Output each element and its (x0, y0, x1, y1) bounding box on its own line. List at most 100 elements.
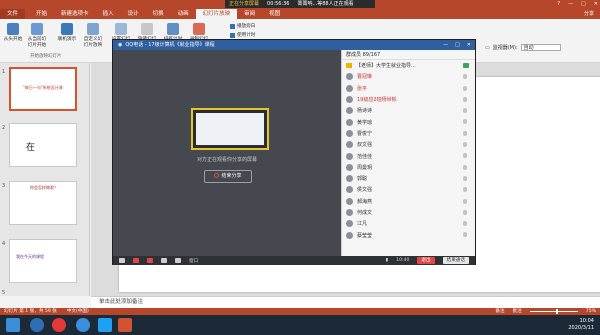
checkbox-timings[interactable]: 使用计时 (230, 32, 255, 38)
mic-muted-icon (463, 209, 467, 215)
notes-toggle[interactable]: 备注 (495, 308, 504, 315)
tab-home[interactable]: 开始 (29, 9, 54, 19)
help-icon[interactable]: ? (557, 0, 560, 8)
slide-thumbnail[interactable]: 我在今天的课程 (9, 239, 77, 283)
tab-view[interactable]: 视图 (262, 9, 287, 19)
slideshow-current-icon (31, 23, 43, 35)
member-name: 曹俊宁 (357, 130, 373, 137)
member-row[interactable]: 周曼玥 (342, 162, 475, 173)
button-label: 从当前幻灯片开始 (27, 37, 47, 48)
screen-share-hint: 对方正在观看你分享的屏幕 (196, 157, 257, 163)
member-row[interactable]: 何成文 (342, 207, 475, 218)
button-label: 从头开始 (3, 37, 23, 42)
member-row[interactable]: 【老师】大学生就业指导... (342, 60, 475, 71)
slideshow-icon (7, 23, 19, 35)
member-name: 张平 (357, 85, 368, 92)
speaking-icon (463, 63, 469, 68)
speaker-icon[interactable] (119, 258, 125, 263)
close-icon[interactable]: ✕ (467, 40, 471, 50)
member-row[interactable]: 黄学琼 (342, 116, 475, 127)
tab-transitions[interactable]: 切换 (146, 9, 171, 19)
record-icon (193, 23, 205, 35)
slide-number: 5 (2, 290, 6, 296)
monitor-dropdown[interactable]: 自动 (520, 44, 561, 51)
exit-button[interactable]: 退出 (417, 257, 435, 264)
share-timer: 00:56:36 (267, 1, 290, 7)
member-name: 黄学琼 (357, 119, 373, 126)
member-row[interactable]: 范佳佳 (342, 150, 475, 161)
search-icon[interactable] (30, 318, 44, 332)
camera-off-icon[interactable] (147, 258, 153, 263)
group-label-start: 开始放映幻灯片 (30, 54, 62, 59)
tab-new-tab[interactable]: 新建选项卡 (54, 9, 96, 19)
stop-sharing-button[interactable]: 结束分享 (204, 170, 252, 183)
tab-file[interactable]: 文件 (0, 9, 26, 19)
member-row[interactable]: 郝海燕 (342, 196, 475, 207)
zoom-handle[interactable] (555, 309, 558, 314)
window-controls: ? — □ ✕ (557, 0, 598, 8)
checkbox-box (230, 32, 235, 38)
checkbox-narration[interactable]: 播放旁白 (230, 23, 255, 29)
avatar (346, 186, 353, 194)
comments-toggle[interactable]: 批注 (513, 308, 522, 315)
window-mode-label[interactable]: 窗口 (189, 258, 198, 264)
member-list-panel[interactable]: 群成员 89/167 【老师】大学生就业指导... 曹冠琳 张平 19级应2班杨世彬杨… (341, 50, 475, 256)
zoom-slider[interactable] (529, 309, 578, 314)
present-online-button[interactable]: 联机演示 (56, 23, 78, 43)
setup-icon (115, 23, 127, 35)
powerpoint-icon[interactable] (118, 318, 132, 332)
screen-share-status-bar: 正在分享屏幕 00:56:36 箐箐呐...等88人正在观看 (225, 0, 375, 8)
start-icon[interactable] (6, 318, 20, 332)
member-row[interactable]: 郭聪 (342, 173, 475, 184)
tab-review[interactable]: 审阅 (237, 9, 262, 19)
slide-thumbnail[interactable]: 你会怎样做呢？ (9, 181, 77, 225)
custom-show-button[interactable]: 自定义幻灯片放映 (82, 23, 104, 48)
browser-icon[interactable] (76, 318, 90, 332)
mic-muted-icon (463, 221, 467, 227)
slide-thumbnail-pane[interactable]: 1 "每日一句"系统设计课 2 在 3 你会怎样做呢？ 4 我在今天的课程 5 (0, 63, 90, 296)
tab-animations[interactable]: 动画 (171, 9, 196, 19)
maximize-icon[interactable]: □ (455, 40, 460, 50)
slide-thumbnail[interactable]: "每日一句"系统设计课 (9, 67, 77, 111)
hide-slide-icon (141, 23, 153, 35)
mic-muted-icon (463, 175, 467, 181)
qq-titlebar[interactable]: ◉ QQ电话 - 17级计算机《就业指导》课程 — □ ✕ (113, 40, 475, 50)
member-row[interactable]: 曹冠琳 (342, 71, 475, 82)
stop-sharing-label: 结束分享 (221, 173, 242, 179)
maximize-icon[interactable]: □ (581, 0, 586, 8)
globe-icon (61, 23, 73, 35)
layout-icon[interactable] (175, 258, 181, 263)
screen-share-icon[interactable] (161, 258, 167, 263)
tab-slideshow[interactable]: 幻灯片放映 (195, 9, 238, 19)
member-row[interactable]: 杨诗诗 (342, 105, 475, 116)
notes-pane[interactable]: 单击此处添加备注 (91, 296, 600, 308)
slide-caption: "每日一句"系统设计课 (23, 85, 63, 90)
member-row[interactable]: 江凡 (342, 218, 475, 229)
from-current-button[interactable]: 从当前幻灯片开始 (26, 23, 48, 48)
minimize-icon[interactable]: — (443, 40, 448, 50)
close-icon[interactable]: ✕ (594, 0, 598, 8)
from-beginning-button[interactable]: 从头开始 (2, 23, 24, 43)
tab-design[interactable]: 设计 (121, 9, 146, 19)
slide-number: 3 (2, 183, 6, 189)
qq-logo-icon: ◉ (118, 42, 123, 48)
windows-taskbar: 10:04 2020/3/11 (0, 315, 600, 335)
sogou-icon[interactable] (52, 318, 66, 332)
qq-icon[interactable] (98, 318, 112, 332)
tab-insert[interactable]: 插入 (96, 9, 121, 19)
mic-muted-icon[interactable] (133, 258, 139, 263)
minimize-icon[interactable]: — (568, 0, 573, 8)
member-name: 杨诗诗 (357, 108, 373, 115)
member-row[interactable]: 曹俊宁 (342, 128, 475, 139)
member-row[interactable]: 叔文强 (342, 139, 475, 150)
end-call-button[interactable]: 结束通话 (442, 257, 469, 264)
system-tray-clock[interactable]: 10:04 2020/3/11 (568, 318, 594, 332)
member-row[interactable]: 蔡莹莹 (342, 229, 475, 240)
qq-call-window[interactable]: ◉ QQ电话 - 17级计算机《就业指导》课程 — □ ✕ 对方正在观看你分享的… (112, 39, 476, 265)
member-row[interactable]: 张平 (342, 83, 475, 94)
share-link[interactable]: 分享 (584, 9, 600, 19)
slide-thumbnail[interactable]: 在 (9, 123, 77, 167)
member-row[interactable]: 19级应2班杨世彬 (342, 94, 475, 105)
member-row[interactable]: 侯文强 (342, 184, 475, 195)
zoom-level[interactable]: 75% (586, 308, 596, 315)
